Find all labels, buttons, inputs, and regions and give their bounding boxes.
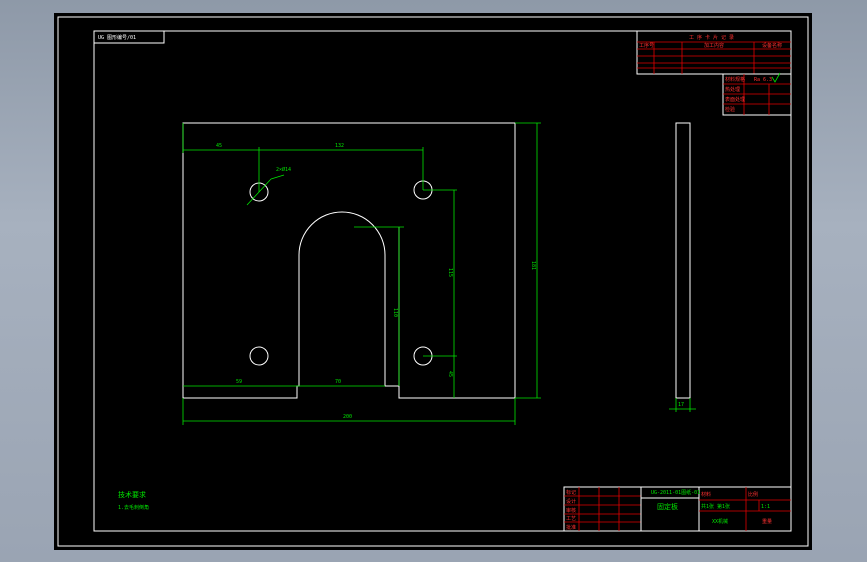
dim-slot-width: 70 bbox=[335, 379, 341, 385]
dim-bottom-left: 59 bbox=[236, 379, 242, 385]
dim-overall-height: 181 bbox=[530, 261, 536, 270]
top-left-label: UG 图形编号/01 bbox=[98, 34, 136, 41]
stamp-row-4: 检验 bbox=[725, 106, 735, 113]
tb-label-4: 工艺 bbox=[566, 516, 576, 522]
tb-weight-label: 重量 bbox=[762, 518, 772, 525]
process-card-col-2: 加工内容 bbox=[704, 42, 724, 49]
side-view-outline bbox=[675, 122, 691, 399]
dim-right-vertical: 115 bbox=[447, 268, 453, 277]
tb-label-3: 审核 bbox=[566, 507, 576, 514]
dim-overall-width: 200 bbox=[343, 414, 352, 420]
process-card-title: 工 序 卡 片 记 录 bbox=[689, 34, 734, 41]
tb-material-label: 材料 bbox=[701, 491, 711, 498]
tb-label-1: 标记 bbox=[566, 489, 576, 496]
tb-drawing-number: UG-2011-01图纸-01 bbox=[651, 489, 700, 496]
cad-drawing-sheet: UG 图形编号/01 工 序 卡 片 记 录 工序号 加工内容 设备名称 材料规… bbox=[54, 13, 812, 550]
stamp-row-1: 材料规格 bbox=[725, 76, 745, 83]
notes-heading: 技术要求 bbox=[118, 490, 146, 499]
notes-item-1: 1.去毛刺倒角 bbox=[118, 504, 149, 511]
roughness-symbol: Ra 6.3 bbox=[754, 77, 772, 83]
process-card-col-3: 设备名称 bbox=[762, 42, 782, 49]
hole-bottom-left bbox=[249, 346, 269, 366]
inner-border bbox=[93, 30, 792, 532]
stamp-row-3: 表面处理 bbox=[725, 96, 745, 103]
process-card-table: 工 序 卡 片 记 录 工序号 加工内容 设备名称 bbox=[636, 30, 792, 75]
tb-scale-label: 比例 bbox=[748, 491, 758, 498]
tb-part-name: 固定板 bbox=[657, 502, 678, 511]
dim-thickness: 17 bbox=[678, 402, 684, 408]
tb-sheet: 共1张 第1张 bbox=[701, 503, 730, 510]
dim-hole-callout: 2×Ø14 bbox=[276, 166, 291, 173]
dim-top-left-offset: 45 bbox=[216, 143, 222, 149]
front-view-outline bbox=[182, 122, 516, 399]
stamp-row-2: 热处理 bbox=[725, 86, 740, 93]
dim-slot-depth: 110 bbox=[392, 308, 398, 317]
stamp-table: 材料规格 热处理 表面处理 检验 Ra 6.3 bbox=[722, 72, 792, 116]
tb-label-5: 批准 bbox=[566, 524, 576, 531]
tb-label-2: 设计 bbox=[566, 498, 576, 505]
tb-company: XX机械 bbox=[712, 518, 728, 525]
dim-bottom-small: 45 bbox=[447, 371, 453, 377]
tb-scale-value: 1:1 bbox=[761, 504, 770, 510]
drawing-canvas: UG 图形编号/01 工 序 卡 片 记 录 工序号 加工内容 设备名称 材料规… bbox=[57, 16, 809, 547]
dim-hole-spacing: 132 bbox=[335, 143, 344, 149]
outer-border bbox=[57, 16, 809, 547]
process-card-col-1: 工序号 bbox=[639, 42, 654, 49]
